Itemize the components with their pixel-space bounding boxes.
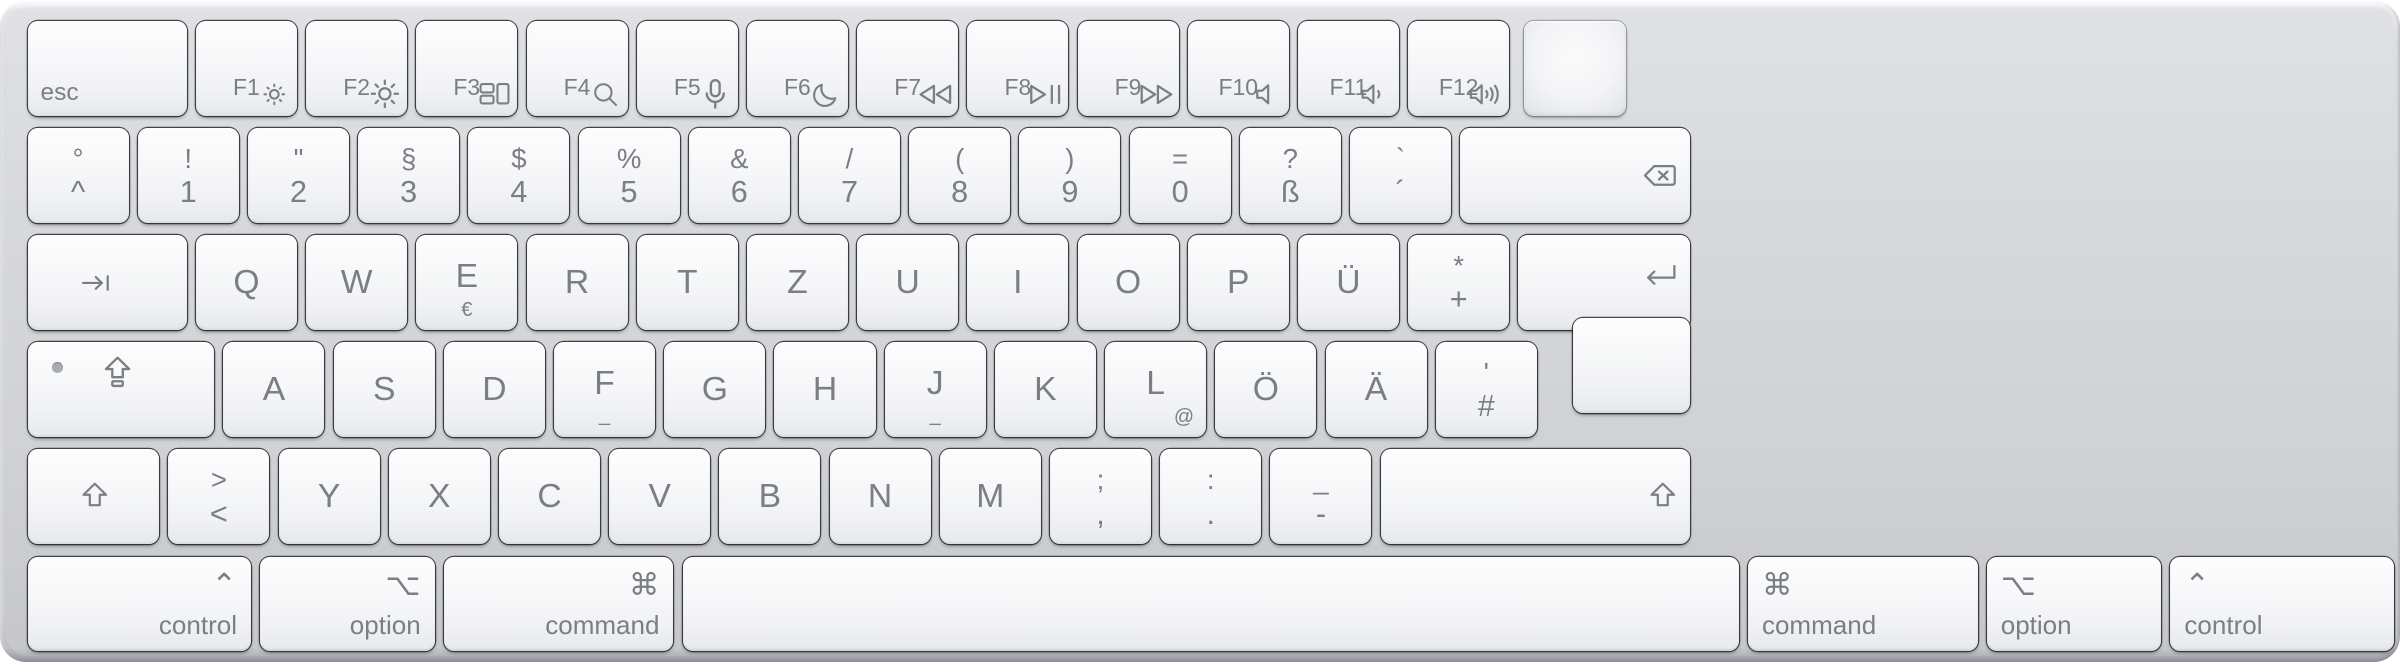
key-t[interactable]: T — [636, 235, 738, 331]
key-v[interactable]: V — [609, 449, 711, 545]
key-f4[interactable]: F4 — [526, 21, 628, 117]
key-f[interactable]: F _ — [554, 342, 656, 438]
key-b[interactable]: B — [719, 449, 821, 545]
key-delete[interactable] — [1460, 128, 1690, 224]
key-z[interactable]: Z — [746, 235, 848, 331]
key-y[interactable]: Y — [278, 449, 380, 545]
key-k[interactable]: K — [994, 342, 1096, 438]
key-dash[interactable]: _ - — [1270, 449, 1372, 545]
key-f10[interactable]: F10 — [1187, 21, 1289, 117]
key-hash[interactable]: ' # — [1435, 342, 1537, 438]
key-command-left[interactable]: ⌘ command — [443, 556, 674, 652]
key-f2[interactable]: F2 — [306, 21, 408, 117]
key-4[interactable]: $ 4 — [468, 128, 570, 224]
key-enter-bottom[interactable] — [1573, 318, 1690, 413]
key-s[interactable]: S — [333, 342, 435, 438]
key-a-umlaut[interactable]: Ä — [1325, 342, 1427, 438]
key-enter-top[interactable] — [1518, 235, 1690, 331]
key-8[interactable]: ( 8 — [909, 128, 1011, 224]
key-circumflex[interactable]: ° ^ — [27, 128, 129, 224]
key-space[interactable] — [682, 556, 1739, 652]
key-9[interactable]: ) 9 — [1019, 128, 1121, 224]
control-caret-icon: ⌃ — [2184, 567, 2211, 602]
key-period[interactable]: : . — [1160, 449, 1262, 545]
key-w[interactable]: W — [306, 235, 408, 331]
key-o[interactable]: O — [1077, 235, 1179, 331]
command-icon: ⌘ — [628, 567, 660, 602]
caps-lock-icon — [42, 315, 132, 426]
key-shift-right[interactable] — [1380, 449, 1690, 545]
key-1[interactable]: ! 1 — [137, 128, 239, 224]
key-f5[interactable]: F5 — [636, 21, 738, 117]
touch-id-button[interactable] — [1524, 21, 1626, 117]
key-u[interactable]: U — [857, 235, 959, 331]
key-u-umlaut[interactable]: Ü — [1297, 235, 1399, 331]
key-c[interactable]: C — [498, 449, 600, 545]
key-f11[interactable]: F11 — [1297, 21, 1399, 117]
option-icon: ⌥ — [2000, 567, 2037, 602]
key-g[interactable]: G — [664, 342, 766, 438]
key-5[interactable]: % 5 — [578, 128, 680, 224]
key-eszett[interactable]: ? ß — [1239, 128, 1341, 224]
key-control-right[interactable]: ⌃ control — [2170, 556, 2394, 652]
key-plus[interactable]: * + — [1408, 235, 1510, 331]
key-f9[interactable]: F9 — [1077, 21, 1179, 117]
key-esc[interactable]: esc — [27, 21, 187, 117]
shift-icon — [41, 457, 109, 533]
key-o-umlaut[interactable]: Ö — [1215, 342, 1317, 438]
key-acute[interactable]: ` ´ — [1350, 128, 1452, 224]
key-i[interactable]: I — [967, 235, 1069, 331]
key-n[interactable]: N — [829, 449, 931, 545]
key-a[interactable]: A — [223, 342, 325, 438]
key-caps-lock[interactable] — [27, 342, 215, 438]
key-angle-brackets[interactable]: > < — [168, 449, 270, 545]
key-f8[interactable]: F8 — [967, 21, 1069, 117]
key-7[interactable]: / 7 — [798, 128, 900, 224]
key-x[interactable]: X — [388, 449, 490, 545]
key-6[interactable]: & 6 — [688, 128, 790, 224]
key-r[interactable]: R — [526, 235, 628, 331]
key-d[interactable]: D — [443, 342, 545, 438]
key-command-right[interactable]: ⌘ command — [1747, 556, 1978, 652]
option-icon: ⌥ — [385, 567, 421, 602]
key-m[interactable]: M — [939, 449, 1041, 545]
key-h[interactable]: H — [774, 342, 876, 438]
key-e[interactable]: E € — [416, 235, 518, 331]
key-q[interactable]: Q — [195, 235, 297, 331]
key-j[interactable]: J _ — [884, 342, 986, 438]
tab-icon — [41, 246, 112, 319]
key-f6[interactable]: F6 — [746, 21, 848, 117]
control-caret-icon: ⌃ — [211, 567, 238, 602]
command-icon: ⌘ — [1761, 567, 1793, 602]
key-shift-left[interactable] — [27, 449, 160, 545]
key-l[interactable]: L @ — [1105, 342, 1207, 438]
key-f1[interactable]: F1 — [195, 21, 297, 117]
return-enter-icon — [1605, 237, 1676, 310]
key-2[interactable]: " 2 — [247, 128, 349, 224]
key-option-left[interactable]: ⌥ option — [260, 556, 435, 652]
magic-keyboard: esc F1 F2 F3 F4 F5 F6 F7 F8 F9 F10 F11 F… — [0, 0, 2400, 662]
key-3[interactable]: § 3 — [358, 128, 460, 224]
key-f12[interactable]: F12 — [1408, 21, 1510, 117]
key-control-left[interactable]: ⌃ control — [27, 556, 252, 652]
key-0[interactable]: = 0 — [1129, 128, 1231, 224]
delete-backspace-icon — [1602, 139, 1676, 212]
key-f7[interactable]: F7 — [857, 21, 959, 117]
key-comma[interactable]: ; , — [1050, 449, 1152, 545]
shift-icon — [1608, 457, 1676, 533]
key-p[interactable]: P — [1187, 235, 1289, 331]
key-option-right[interactable]: ⌥ option — [1986, 556, 2162, 652]
key-f3[interactable]: F3 — [416, 21, 518, 117]
